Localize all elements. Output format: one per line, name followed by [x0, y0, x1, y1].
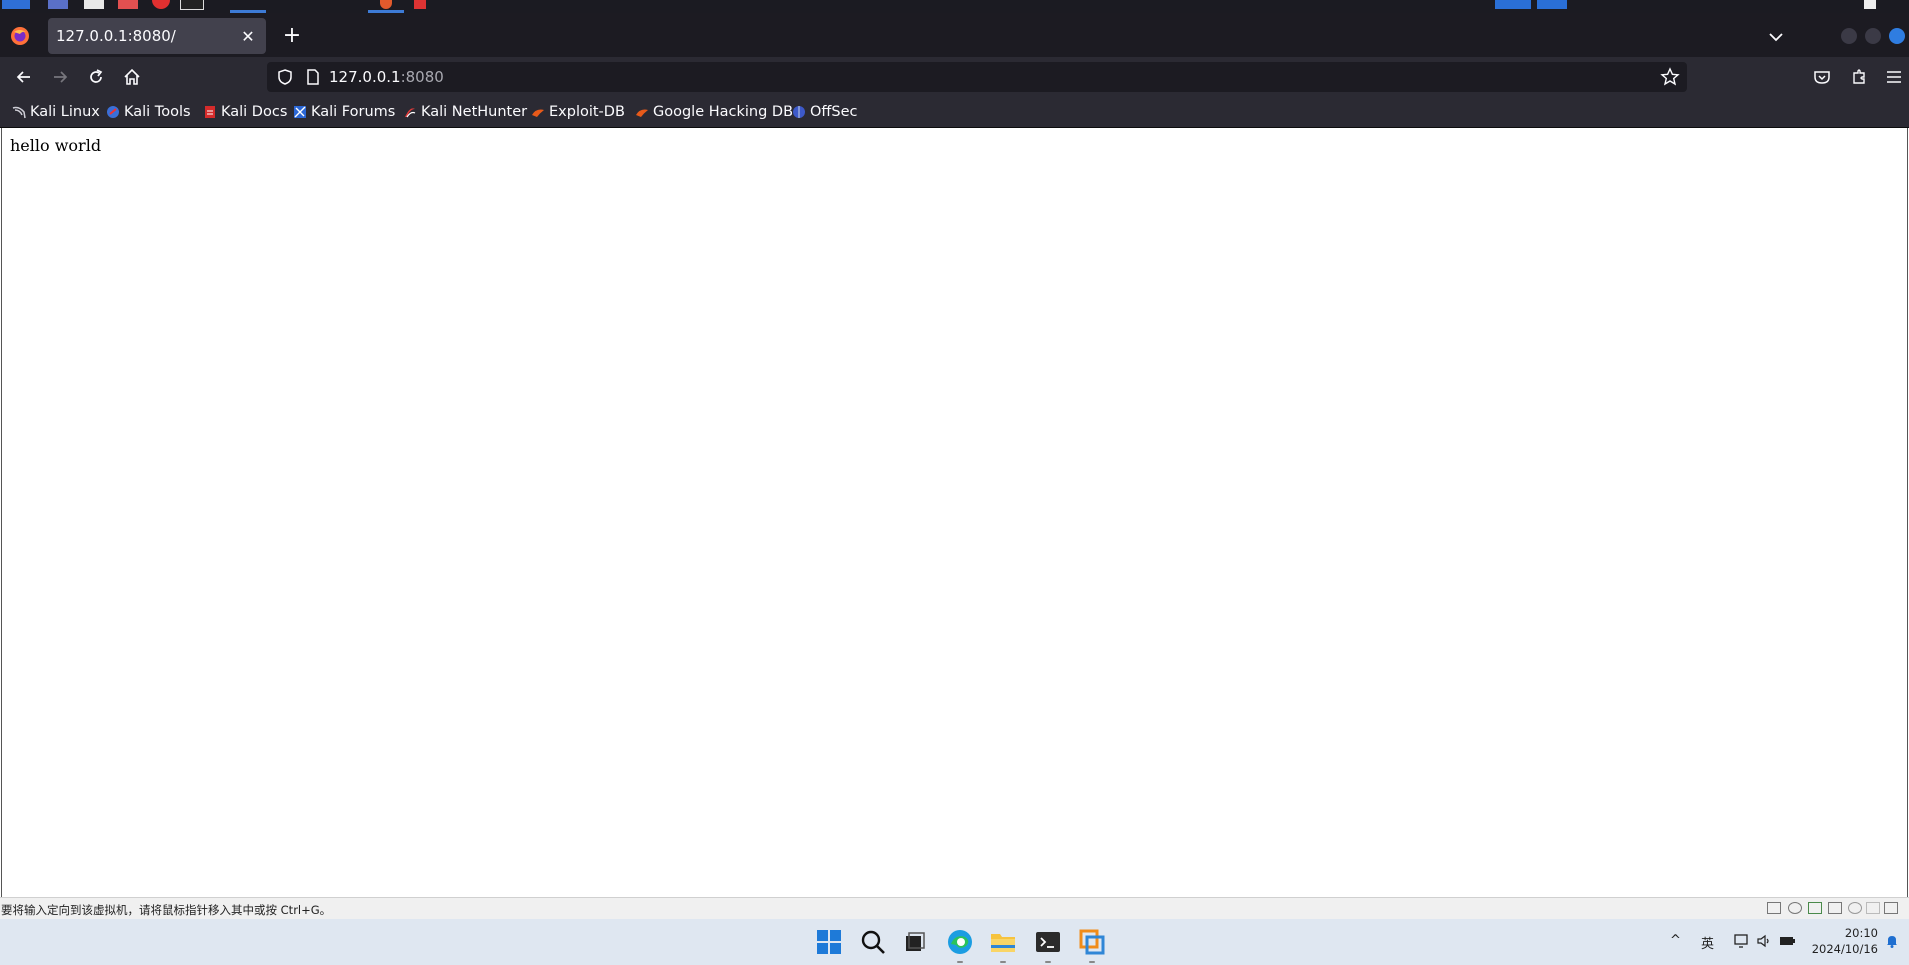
tray-icon[interactable]: [1864, 0, 1876, 9]
tab-active[interactable]: 127.0.0.1:8080/ ✕: [48, 18, 266, 54]
kali-dragon-icon: [12, 106, 26, 119]
app-task-icon[interactable]: [414, 0, 426, 9]
kali-menu-icon[interactable]: [2, 0, 30, 9]
extensions-icon[interactable]: [1849, 67, 1869, 87]
bookmark-label: Kali Forums: [311, 104, 396, 120]
running-indicator: [1045, 961, 1051, 963]
notification-bell-icon[interactable]: [1884, 933, 1900, 949]
bookmark-label: Exploit-DB: [549, 104, 625, 120]
menu-icon[interactable]: [1884, 67, 1904, 87]
hard-disk-icon[interactable]: [1767, 902, 1781, 914]
kali-docs-icon: [205, 106, 215, 118]
host-top-panel: [0, 0, 1909, 13]
record-icon[interactable]: [152, 0, 170, 9]
network-icon[interactable]: [1733, 933, 1749, 949]
ghdb-icon: [636, 109, 648, 117]
running-indicator: [1089, 961, 1095, 963]
search-icon[interactable]: [858, 927, 888, 957]
page-icon[interactable]: [303, 67, 323, 87]
forward-icon[interactable]: [50, 67, 70, 87]
message-log-icon[interactable]: [1884, 902, 1898, 914]
bookmark-label: Kali Linux: [30, 104, 100, 120]
url-text[interactable]: 127.0.0.1:8080: [329, 68, 444, 86]
bookmark-google-hacking-db[interactable]: Google Hacking DB: [635, 102, 793, 122]
terminal-icon[interactable]: [1033, 927, 1063, 957]
workspace-icon[interactable]: [48, 0, 68, 9]
windows-start-icon[interactable]: [814, 927, 844, 957]
file-explorer-icon[interactable]: [988, 927, 1018, 957]
maximize-icon[interactable]: [1865, 28, 1881, 44]
bookmark-kali-linux[interactable]: Kali Linux: [12, 102, 100, 122]
home-icon[interactable]: [122, 67, 142, 87]
task-view-icon[interactable]: [900, 927, 930, 957]
cd-rom-icon[interactable]: [1788, 902, 1802, 914]
usb-icon[interactable]: [1828, 902, 1842, 914]
chevron-down-icon[interactable]: [1766, 27, 1786, 47]
bookmark-label: Google Hacking DB: [653, 104, 794, 120]
page-content[interactable]: hello world: [1, 128, 1908, 897]
bookmark-label: OffSec: [810, 104, 858, 120]
close-tab-icon[interactable]: ✕: [236, 24, 260, 48]
windows-taskbar: ^ 英 20:10 2024/10/16: [0, 919, 1909, 965]
display-icon[interactable]: [1866, 902, 1880, 914]
clock-date: 2024/10/16: [1811, 942, 1878, 956]
exploit-db-icon: [532, 109, 544, 117]
close-window-icon[interactable]: [1889, 28, 1905, 44]
files-icon[interactable]: [84, 0, 104, 9]
url-host: 127.0.0.1: [329, 68, 401, 86]
bookmark-exploit-db[interactable]: Exploit-DB: [531, 102, 625, 122]
offsec-icon: [793, 106, 805, 118]
tab-bar: 127.0.0.1:8080/ ✕ +: [0, 13, 1909, 57]
network-adapter-icon[interactable]: [1808, 902, 1822, 914]
show-hidden-icons[interactable]: ^: [1670, 933, 1681, 948]
shield-icon[interactable]: [275, 67, 295, 87]
url-port: :8080: [400, 68, 444, 86]
pocket-icon[interactable]: [1812, 67, 1832, 87]
running-indicator: [1000, 961, 1006, 963]
bookmarks-toolbar: Kali Linux Kali Tools Kali Docs Kali For…: [0, 97, 1909, 128]
nethunter-icon: [405, 108, 416, 118]
back-icon[interactable]: [14, 67, 34, 87]
bookmark-offsec[interactable]: OffSec: [792, 102, 858, 122]
battery-icon[interactable]: [1779, 933, 1795, 949]
sound-card-icon[interactable]: [1848, 902, 1862, 914]
firefox-icon[interactable]: [10, 26, 30, 46]
tab-title: 127.0.0.1:8080/: [56, 27, 176, 45]
terminal-icon[interactable]: [180, 0, 204, 10]
ime-indicator[interactable]: 英: [1701, 933, 1714, 952]
minimize-icon[interactable]: [1841, 28, 1857, 44]
bookmark-label: Kali Tools: [124, 104, 191, 120]
vmware-icon[interactable]: [1077, 927, 1107, 957]
star-icon[interactable]: [1660, 67, 1680, 87]
kali-forums-icon: [294, 106, 306, 118]
clock[interactable]: 20:10 2024/10/16: [1806, 925, 1878, 957]
vm-status-bar: 要将输入定向到该虚拟机，请将鼠标指针移入其中或按 Ctrl+G。: [0, 897, 1909, 919]
bookmark-label: Kali Docs: [221, 104, 288, 120]
bookmark-kali-tools[interactable]: Kali Tools: [106, 102, 191, 122]
running-indicator: [957, 961, 963, 963]
bookmark-label: Kali NetHunter: [421, 104, 528, 120]
page-body-text: hello world: [10, 136, 102, 155]
kali-tools-icon: [107, 106, 119, 118]
nav-bar: 127.0.0.1:8080: [0, 57, 1909, 97]
reload-icon[interactable]: [86, 67, 106, 87]
app-icon[interactable]: [118, 0, 138, 9]
clock-time: 20:10: [1844, 926, 1878, 940]
address-bar[interactable]: 127.0.0.1:8080: [267, 62, 1687, 92]
firefox-task-icon[interactable]: [380, 0, 392, 9]
bookmark-kali-forums[interactable]: Kali Forums: [293, 102, 395, 122]
vm-input-hint: 要将输入定向到该虚拟机，请将鼠标指针移入其中或按 Ctrl+G。: [1, 903, 332, 917]
new-tab-icon[interactable]: +: [282, 25, 302, 47]
volume-icon[interactable]: [1756, 933, 1772, 949]
bookmark-kali-nethunter[interactable]: Kali NetHunter: [403, 102, 527, 122]
edge-icon[interactable]: [945, 927, 975, 957]
bookmark-kali-docs[interactable]: Kali Docs: [203, 102, 287, 122]
cpu-graph-icon: [1495, 0, 1615, 9]
